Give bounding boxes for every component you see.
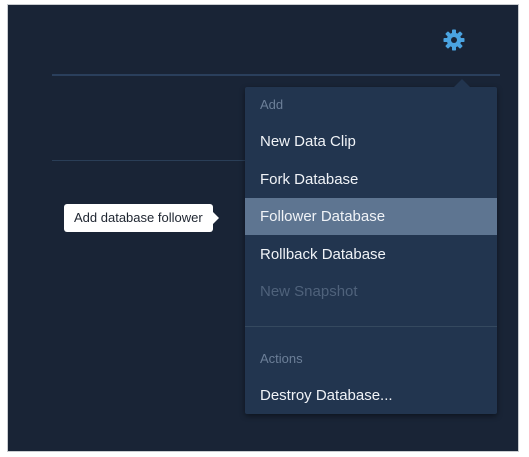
- tooltip-arrow: [212, 212, 219, 224]
- menu-item-rollback-database[interactable]: Rollback Database: [245, 236, 497, 273]
- add-section-label: Add: [260, 97, 284, 112]
- menu-separator: [245, 326, 497, 327]
- actions-section-label: Actions: [260, 351, 303, 366]
- settings-dropdown-menu: Add New Data Clip Fork Database Follower…: [245, 79, 497, 414]
- gear-icon[interactable]: [442, 28, 466, 52]
- menu-item-follower-database[interactable]: Follower Database: [245, 198, 497, 235]
- menu-item-new-snapshot: New Snapshot: [260, 283, 358, 300]
- tooltip: Add database follower: [64, 204, 219, 232]
- app-panel: Add New Data Clip Fork Database Follower…: [7, 4, 519, 452]
- header-divider: [52, 74, 500, 76]
- menu-item-destroy-database[interactable]: Destroy Database...: [245, 377, 497, 414]
- menu-item-new-data-clip[interactable]: New Data Clip: [245, 123, 497, 160]
- menu-caret: [453, 79, 471, 88]
- content-divider: [52, 160, 252, 161]
- menu-item-fork-database[interactable]: Fork Database: [245, 161, 497, 198]
- tooltip-text: Add database follower: [74, 210, 203, 225]
